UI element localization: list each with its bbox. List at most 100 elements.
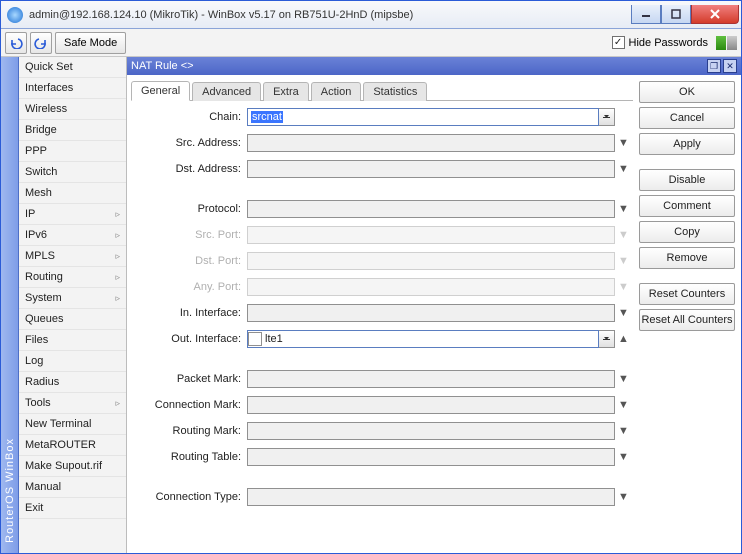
tab-extra[interactable]: Extra	[263, 82, 309, 101]
routing-mark-field[interactable]	[247, 422, 615, 440]
expand-icon[interactable]: ▼	[615, 425, 629, 437]
label-routing-mark: Routing Mark:	[135, 425, 247, 437]
subwin-restore-button[interactable]: ❐	[707, 59, 721, 73]
collapse-icon[interactable]: ▲	[615, 333, 629, 345]
chain-field[interactable]: srcnat	[247, 108, 599, 126]
connection-type-field[interactable]	[247, 488, 615, 506]
undo-button[interactable]	[5, 32, 27, 54]
expand-icon[interactable]: ▼	[615, 307, 629, 319]
safe-mode-button[interactable]: Safe Mode	[55, 32, 126, 54]
expand-icon[interactable]: ▼	[615, 137, 629, 149]
cancel-button[interactable]: Cancel	[639, 107, 735, 129]
apply-button[interactable]: Apply	[639, 133, 735, 155]
tab-action[interactable]: Action	[311, 82, 362, 101]
close-button[interactable]	[691, 5, 739, 24]
sidebar-item-new-terminal[interactable]: New Terminal	[19, 414, 126, 435]
chain-value: srcnat	[251, 111, 283, 123]
sidebar-item-tools[interactable]: Tools▹	[19, 393, 126, 414]
toolbar: Safe Mode ✓ Hide Passwords	[1, 29, 741, 57]
chain-dropdown-button[interactable]	[599, 108, 615, 126]
dst-port-field	[247, 252, 615, 270]
sidebar-item-exit[interactable]: Exit	[19, 498, 126, 519]
tab-general[interactable]: General	[131, 81, 190, 101]
sidebar-item-mesh[interactable]: Mesh	[19, 183, 126, 204]
expand-icon[interactable]: ▼	[615, 491, 629, 503]
label-out-interface: Out. Interface:	[135, 333, 247, 345]
sidebar-item-label: Wireless	[25, 103, 67, 115]
out-interface-dropdown-button[interactable]	[599, 330, 615, 348]
maximize-button[interactable]	[661, 5, 691, 24]
sidebar-item-switch[interactable]: Switch	[19, 162, 126, 183]
subwindow-title: NAT Rule <>	[131, 60, 705, 72]
remove-button[interactable]: Remove	[639, 247, 735, 269]
sidebar-item-bridge[interactable]: Bridge	[19, 120, 126, 141]
submenu-arrow-icon: ▹	[115, 230, 120, 241]
protocol-field[interactable]	[247, 200, 615, 218]
sidebar-item-mpls[interactable]: MPLS▹	[19, 246, 126, 267]
sidebar-item-label: Quick Set	[25, 61, 73, 73]
sidebar-item-label: MPLS	[25, 250, 55, 262]
expand-icon[interactable]: ▼	[615, 373, 629, 385]
src-port-field	[247, 226, 615, 244]
sidebar-item-label: Manual	[25, 481, 61, 493]
reset-counters-button[interactable]: Reset Counters	[639, 283, 735, 305]
sidebar-item-label: IP	[25, 208, 35, 220]
sidebar-item-ppp[interactable]: PPP	[19, 141, 126, 162]
sidebar-item-manual[interactable]: Manual	[19, 477, 126, 498]
vertical-tab[interactable]: RouterOS WinBox	[1, 57, 19, 553]
label-routing-table: Routing Table:	[135, 451, 247, 463]
minimize-button[interactable]	[631, 5, 661, 24]
sidebar-item-wireless[interactable]: Wireless	[19, 99, 126, 120]
ok-button[interactable]: OK	[639, 81, 735, 103]
label-packet-mark: Packet Mark:	[135, 373, 247, 385]
sidebar-item-label: Log	[25, 355, 43, 367]
sidebar-item-quick-set[interactable]: Quick Set	[19, 57, 126, 78]
sidebar-item-log[interactable]: Log	[19, 351, 126, 372]
sidebar-item-system[interactable]: System▹	[19, 288, 126, 309]
subwin-close-button[interactable]: ✕	[723, 59, 737, 73]
sidebar-item-label: Bridge	[25, 124, 57, 136]
sidebar-item-make-supout-rif[interactable]: Make Supout.rif	[19, 456, 126, 477]
sidebar-item-label: System	[25, 292, 62, 304]
redo-button[interactable]	[30, 32, 52, 54]
src-address-field[interactable]	[247, 134, 615, 152]
sidebar-item-metarouter[interactable]: MetaROUTER	[19, 435, 126, 456]
expand-icon[interactable]: ▼	[615, 451, 629, 463]
sidebar-item-label: PPP	[25, 145, 47, 157]
connection-mark-field[interactable]	[247, 396, 615, 414]
disable-button[interactable]: Disable	[639, 169, 735, 191]
subwindow-body: GeneralAdvancedExtraActionStatistics Cha…	[127, 75, 741, 553]
routing-table-field[interactable]	[247, 448, 615, 466]
fields: Chain: srcnat ▼ Src. Address: ▼	[131, 101, 633, 513]
packet-mark-field[interactable]	[247, 370, 615, 388]
title-bar: admin@192.168.124.10 (MikroTik) - WinBox…	[1, 1, 741, 29]
sidebar-item-ip[interactable]: IP▹	[19, 204, 126, 225]
comment-button[interactable]: Comment	[639, 195, 735, 217]
sidebar-item-routing[interactable]: Routing▹	[19, 267, 126, 288]
sidebar-item-label: Routing	[25, 271, 63, 283]
check-icon: ✓	[612, 36, 625, 49]
sidebar-item-files[interactable]: Files	[19, 330, 126, 351]
invert-checkbox[interactable]	[248, 332, 262, 346]
expand-icon[interactable]: ▼	[615, 163, 629, 175]
out-interface-field[interactable]: lte1	[247, 330, 599, 348]
copy-button[interactable]: Copy	[639, 221, 735, 243]
tab-statistics[interactable]: Statistics	[363, 82, 427, 101]
sidebar-item-interfaces[interactable]: Interfaces	[19, 78, 126, 99]
label-connection-mark: Connection Mark:	[135, 399, 247, 411]
label-dst-port: Dst. Port:	[135, 255, 247, 267]
sidebar-item-queues[interactable]: Queues	[19, 309, 126, 330]
hide-passwords-checkbox[interactable]: ✓ Hide Passwords	[612, 36, 708, 49]
reset-all-counters-button[interactable]: Reset All Counters	[639, 309, 735, 331]
sidebar-item-label: Mesh	[25, 187, 52, 199]
expand-icon[interactable]: ▼	[615, 203, 629, 215]
form-area: GeneralAdvancedExtraActionStatistics Cha…	[127, 75, 633, 553]
in-interface-field[interactable]	[247, 304, 615, 322]
window-title: admin@192.168.124.10 (MikroTik) - WinBox…	[29, 9, 631, 21]
sidebar-item-ipv6[interactable]: IPv6▹	[19, 225, 126, 246]
expand-icon[interactable]: ▼	[615, 399, 629, 411]
sidebar-item-label: MetaROUTER	[25, 439, 96, 451]
tab-advanced[interactable]: Advanced	[192, 82, 261, 101]
dst-address-field[interactable]	[247, 160, 615, 178]
sidebar-item-radius[interactable]: Radius	[19, 372, 126, 393]
